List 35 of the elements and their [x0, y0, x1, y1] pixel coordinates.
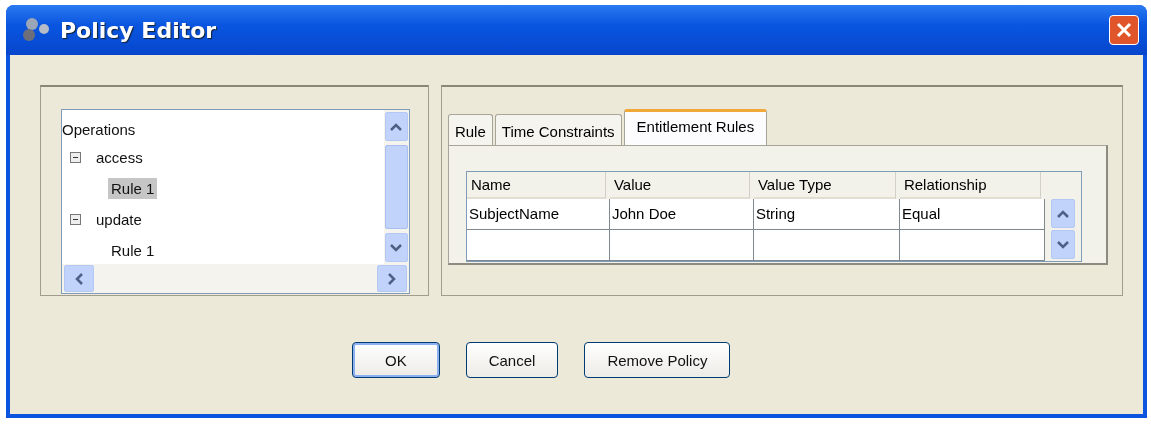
dialog-button[interactable]: Cancel [465, 342, 559, 378]
scroll-up-button[interactable] [1050, 199, 1075, 228]
scroll-right-button[interactable] [376, 265, 407, 292]
scroll-thumb[interactable] [384, 145, 408, 229]
caret-up-icon [1056, 209, 1069, 218]
tab[interactable]: Rule [447, 114, 493, 145]
scroll-left-button[interactable] [64, 265, 94, 292]
collapse-icon[interactable] [70, 152, 81, 163]
table-cell: SubjectName [466, 199, 610, 230]
tab[interactable]: Entitlement Rules [623, 109, 768, 145]
caret-left-icon [75, 272, 83, 285]
caret-down-icon [390, 243, 403, 252]
close-button[interactable] [1109, 15, 1139, 45]
table-cell: John Doe [609, 199, 754, 230]
scroll-down-button[interactable] [1050, 230, 1075, 259]
caret-right-icon [387, 272, 396, 285]
scroll-down-button[interactable] [384, 233, 408, 262]
window-title: Policy Editor [60, 17, 217, 43]
scroll-up-button[interactable] [384, 112, 408, 141]
table-cell: Equal [899, 199, 1045, 230]
caret-down-icon [1056, 240, 1069, 249]
tab[interactable]: Time Constraints [494, 114, 622, 145]
tree-root[interactable]: Operations [62, 118, 384, 142]
dialog-button[interactable]: OK [352, 342, 440, 378]
horizontal-scrollbar[interactable] [62, 264, 409, 293]
dialog-button[interactable]: Remove Policy [584, 342, 731, 378]
caret-up-icon [390, 122, 403, 131]
tree-item[interactable]: access [93, 147, 146, 168]
table-cell: String [753, 199, 900, 230]
vertical-scrollbar[interactable] [383, 110, 409, 264]
tree-item[interactable]: Rule 1 [108, 240, 158, 261]
tree-item[interactable]: update [93, 209, 145, 230]
collapse-icon[interactable] [70, 214, 81, 225]
close-icon [1114, 20, 1134, 40]
tree-item[interactable]: Rule 1 [108, 178, 158, 199]
